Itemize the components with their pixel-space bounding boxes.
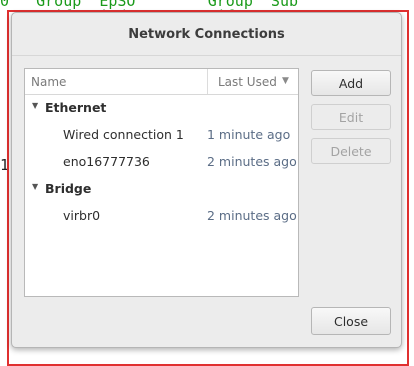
network-connections-dialog: Network Connections Name Last Used ▼ ▼ E… bbox=[11, 12, 402, 348]
group-label: Bridge bbox=[45, 181, 92, 196]
connections-list[interactable]: Name Last Used ▼ ▼ Ethernet Wired connec… bbox=[24, 68, 299, 297]
column-header-last-used[interactable]: Last Used bbox=[218, 75, 277, 89]
list-header: Name Last Used ▼ bbox=[25, 69, 298, 95]
group-row-bridge[interactable]: ▼ Bridge bbox=[25, 176, 298, 203]
edit-button[interactable]: Edit bbox=[311, 104, 391, 130]
expander-down-icon[interactable]: ▼ bbox=[32, 182, 38, 191]
connection-row[interactable]: virbr0 2 minutes ago bbox=[25, 203, 298, 230]
connection-last-used: 2 minutes ago bbox=[207, 208, 297, 223]
connection-last-used: 2 minutes ago bbox=[207, 154, 297, 169]
group-label: Ethernet bbox=[45, 100, 107, 115]
column-divider bbox=[207, 69, 208, 94]
dialog-title: Network Connections bbox=[128, 26, 285, 42]
close-button[interactable]: Close bbox=[311, 307, 391, 335]
group-row-ethernet[interactable]: ▼ Ethernet bbox=[25, 95, 298, 122]
dialog-titlebar[interactable]: Network Connections bbox=[12, 13, 401, 56]
delete-button[interactable]: Delete bbox=[311, 138, 391, 164]
connection-row[interactable]: eno16777736 2 minutes ago bbox=[25, 149, 298, 176]
sort-descending-icon[interactable]: ▼ bbox=[282, 76, 289, 86]
add-button[interactable]: Add bbox=[311, 70, 391, 96]
connection-name: eno16777736 bbox=[63, 154, 150, 169]
column-header-name[interactable]: Name bbox=[31, 75, 66, 89]
connection-name: Wired connection 1 bbox=[63, 127, 184, 142]
connection-row[interactable]: Wired connection 1 1 minute ago bbox=[25, 122, 298, 149]
connection-name: virbr0 bbox=[63, 208, 101, 223]
expander-down-icon[interactable]: ▼ bbox=[32, 101, 38, 110]
connection-last-used: 1 minute ago bbox=[207, 127, 291, 142]
